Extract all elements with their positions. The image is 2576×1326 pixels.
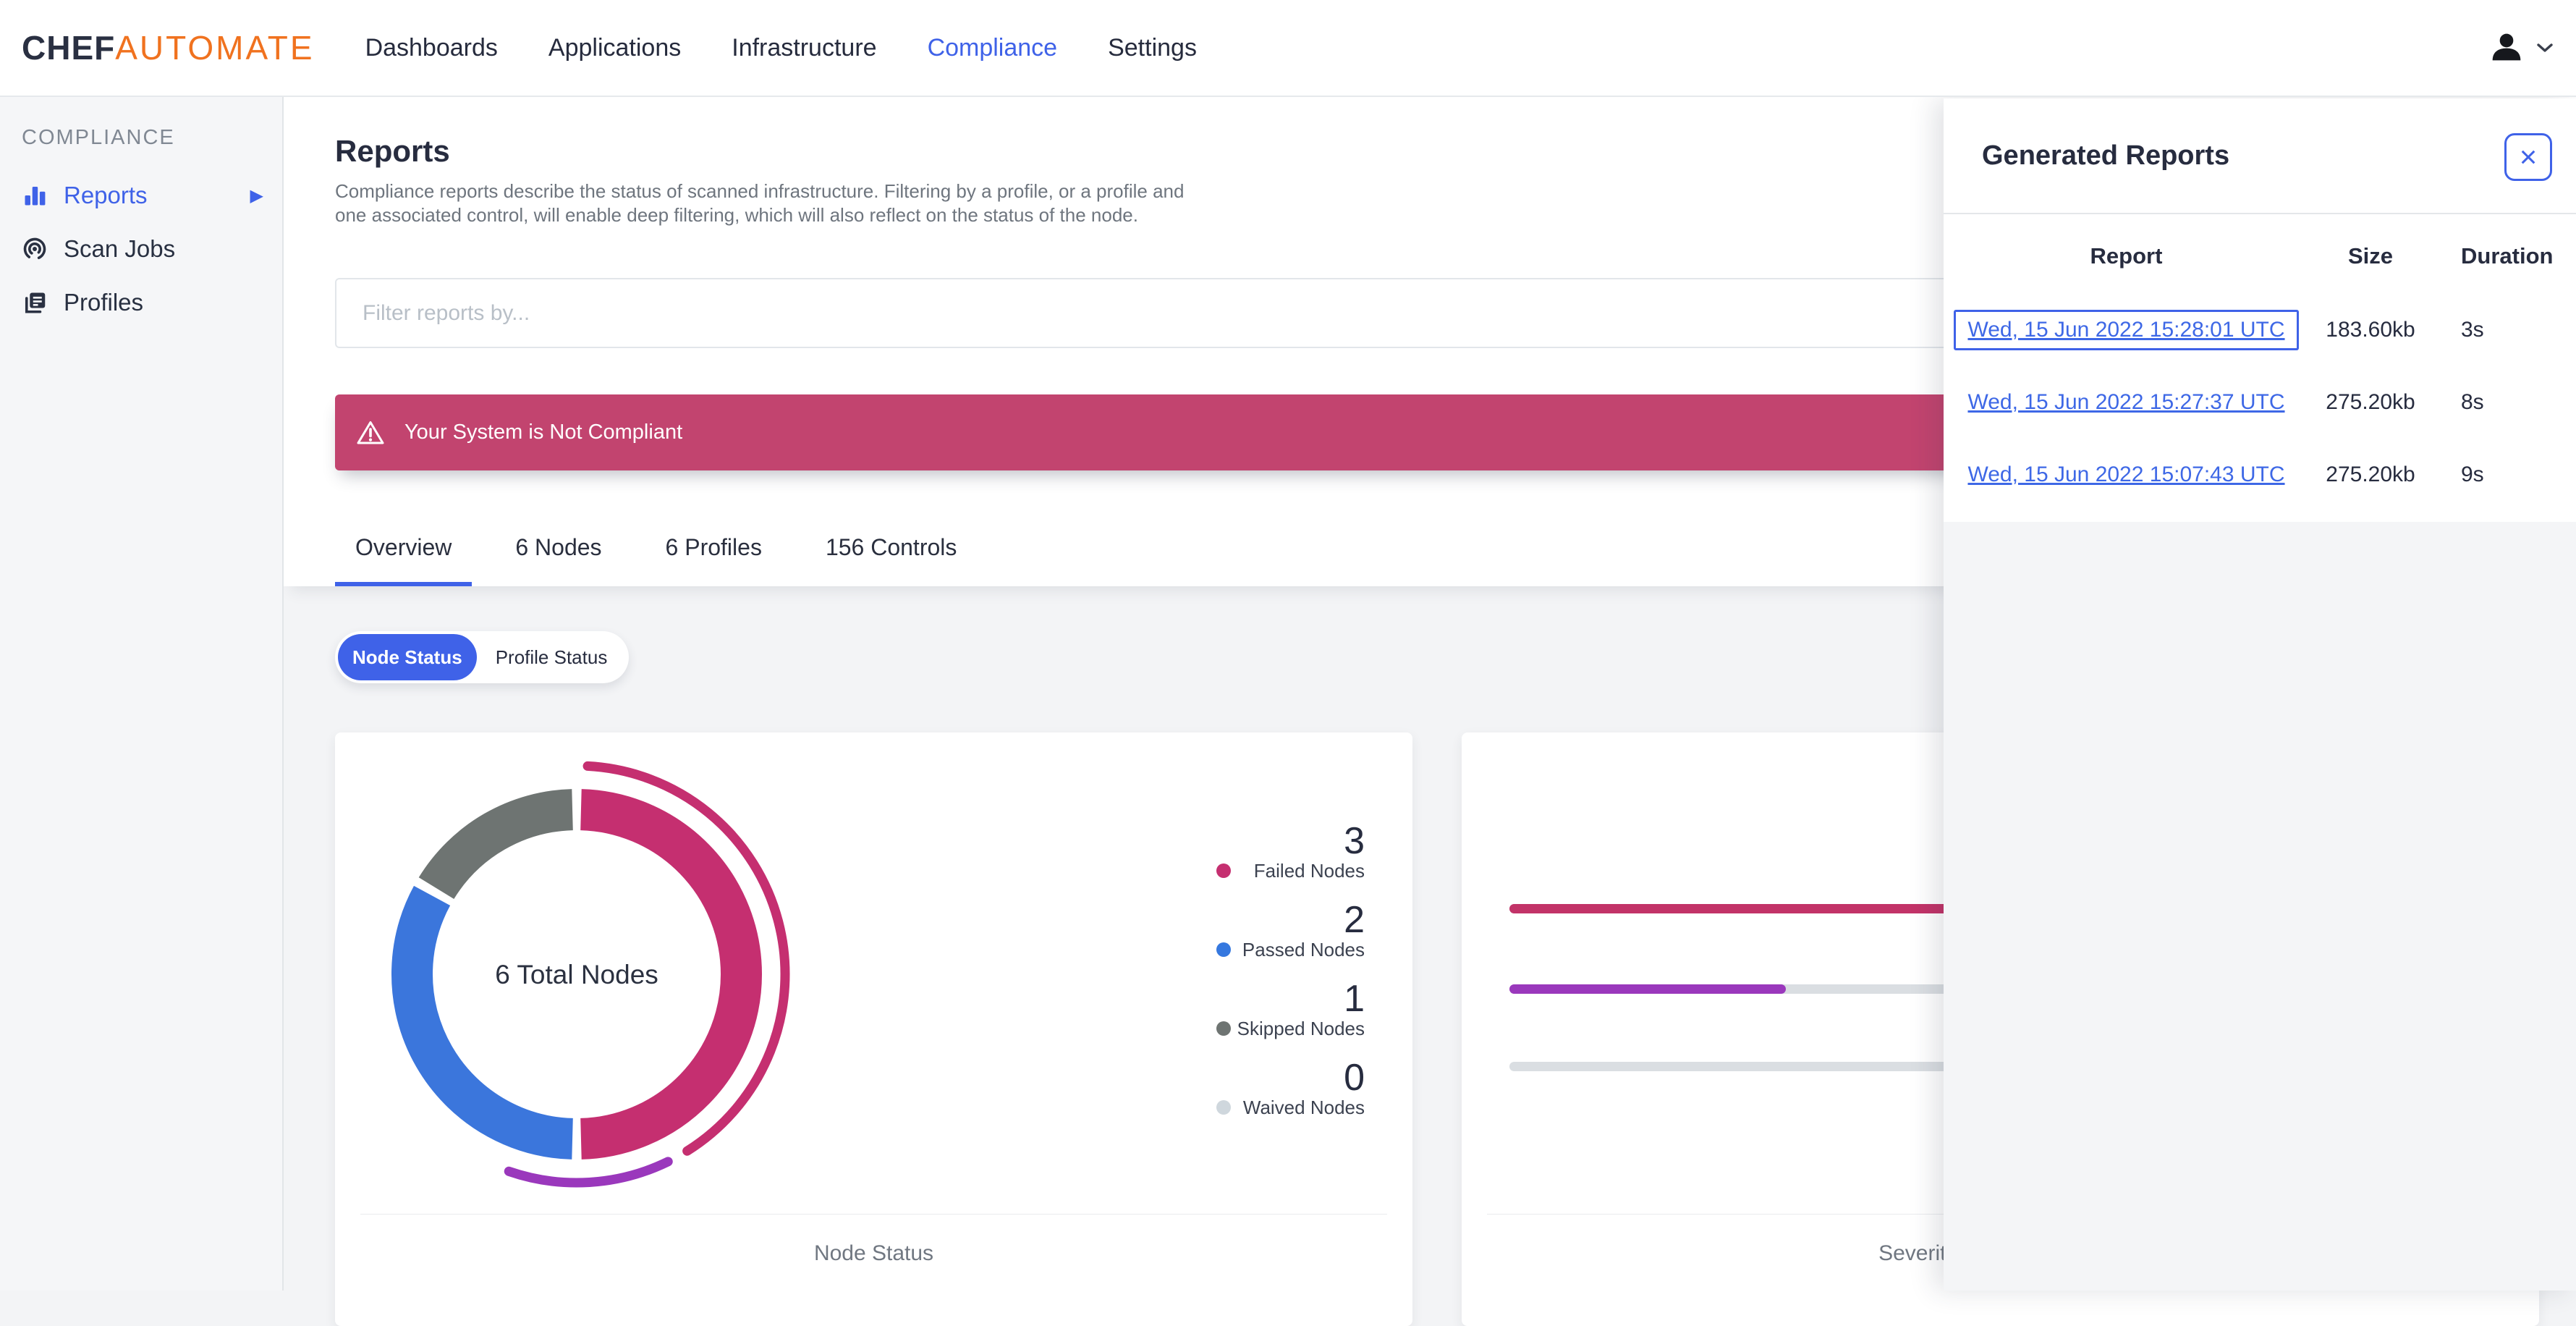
chef-automate-logo[interactable]: CHEFAUTOMATE <box>22 28 315 67</box>
user-avatar-icon[interactable] <box>2489 30 2524 65</box>
panel-header: Generated Reports × <box>1944 98 2576 214</box>
tab-nodes[interactable]: 6 Nodes <box>495 512 622 586</box>
sidebar-item-label: Scan Jobs <box>64 235 175 263</box>
logo-automate: AUTOMATE <box>115 29 314 67</box>
scan-target-icon <box>22 236 51 262</box>
legend-skipped[interactable]: 1 Skipped Nodes <box>1061 977 1365 1039</box>
panel-title: Generated Reports <box>1982 140 2229 172</box>
nav-settings[interactable]: Settings <box>1108 34 1197 62</box>
report-size: 275.20kb <box>2309 463 2432 487</box>
legend-waived[interactable]: 0 Waived Nodes <box>1061 1056 1365 1118</box>
report-link[interactable]: Wed, 15 Jun 2022 15:28:01 UTC <box>1967 318 2284 342</box>
passed-dot-icon <box>1216 942 1231 957</box>
node-status-card-label: Node Status <box>335 1239 1412 1268</box>
report-duration: 8s <box>2432 390 2576 415</box>
node-status-card: 6 Total Nodes 3 Failed Nodes 2 Passed No… <box>335 732 1412 1326</box>
top-navigation: CHEFAUTOMATE Dashboards Applications Inf… <box>0 0 2576 97</box>
report-link[interactable]: Wed, 15 Jun 2022 15:27:37 UTC <box>1967 390 2284 414</box>
sidebar-item-profiles[interactable]: Profiles <box>0 276 282 329</box>
primary-nav: Dashboards Applications Infrastructure C… <box>365 34 1197 62</box>
table-header-row: Report Size Duration <box>1944 229 2576 284</box>
node-status-pill[interactable]: Node Status <box>338 634 477 680</box>
nav-applications[interactable]: Applications <box>548 34 681 62</box>
table-row: Wed, 15 Jun 2022 15:07:43 UTC 275.20kb 9… <box>1944 439 2576 511</box>
sidebar-item-label: Profiles <box>64 289 143 316</box>
sidebar-section-label: COMPLIANCE <box>22 126 282 150</box>
banner-message: Your System is Not Compliant <box>404 421 682 444</box>
column-report: Report <box>1944 243 2309 269</box>
table-row: Wed, 15 Jun 2022 15:28:01 UTC 183.60kb 3… <box>1944 294 2576 366</box>
column-duration: Duration <box>2432 243 2576 269</box>
generated-reports-table: Report Size Duration Wed, 15 Jun 2022 15… <box>1944 229 2576 511</box>
nav-infrastructure[interactable]: Infrastructure <box>732 34 876 62</box>
report-duration: 9s <box>2432 463 2576 487</box>
report-link[interactable]: Wed, 15 Jun 2022 15:07:43 UTC <box>1967 463 2284 486</box>
logo-chef: CHEF <box>22 29 115 67</box>
card-divider <box>360 1214 1387 1215</box>
profile-status-pill[interactable]: Profile Status <box>477 634 627 680</box>
profiles-stack-icon <box>22 290 51 316</box>
nav-compliance[interactable]: Compliance <box>928 34 1058 62</box>
report-duration: 3s <box>2432 318 2576 342</box>
compliance-sidebar: COMPLIANCE Reports ▶ Scan Jobs <box>0 97 284 1291</box>
sidebar-item-label: Reports <box>64 182 148 209</box>
skipped-dot-icon <box>1216 1021 1231 1036</box>
waived-dot-icon <box>1216 1100 1231 1115</box>
status-toggle: Node Status Profile Status <box>335 631 629 683</box>
close-icon[interactable]: × <box>2504 133 2552 181</box>
sidebar-item-scan-jobs[interactable]: Scan Jobs <box>0 222 282 276</box>
legend-failed[interactable]: 3 Failed Nodes <box>1061 819 1365 882</box>
legend-passed[interactable]: 2 Passed Nodes <box>1061 898 1365 960</box>
warning-triangle-icon <box>355 419 386 447</box>
nav-dashboards[interactable]: Dashboards <box>365 34 498 62</box>
tab-overview[interactable]: Overview <box>335 512 472 586</box>
sidebar-item-reports[interactable]: Reports ▶ <box>0 169 282 222</box>
tab-controls[interactable]: 156 Controls <box>805 512 977 586</box>
donut-center-label: 6 Total Nodes <box>381 960 772 990</box>
tab-profiles[interactable]: 6 Profiles <box>645 512 782 586</box>
chevron-down-icon[interactable] <box>2534 41 2556 55</box>
report-size: 275.20kb <box>2309 390 2432 415</box>
generated-reports-panel: Generated Reports × Report Size Duration… <box>1944 98 2576 1291</box>
table-row: Wed, 15 Jun 2022 15:27:37 UTC 275.20kb 8… <box>1944 366 2576 439</box>
bar-chart-icon <box>22 182 51 208</box>
column-size: Size <box>2309 243 2432 269</box>
report-size: 183.60kb <box>2309 318 2432 342</box>
panel-body <box>1944 522 2576 1291</box>
submenu-arrow-icon[interactable]: ▶ <box>250 185 263 206</box>
failed-dot-icon <box>1216 863 1231 878</box>
